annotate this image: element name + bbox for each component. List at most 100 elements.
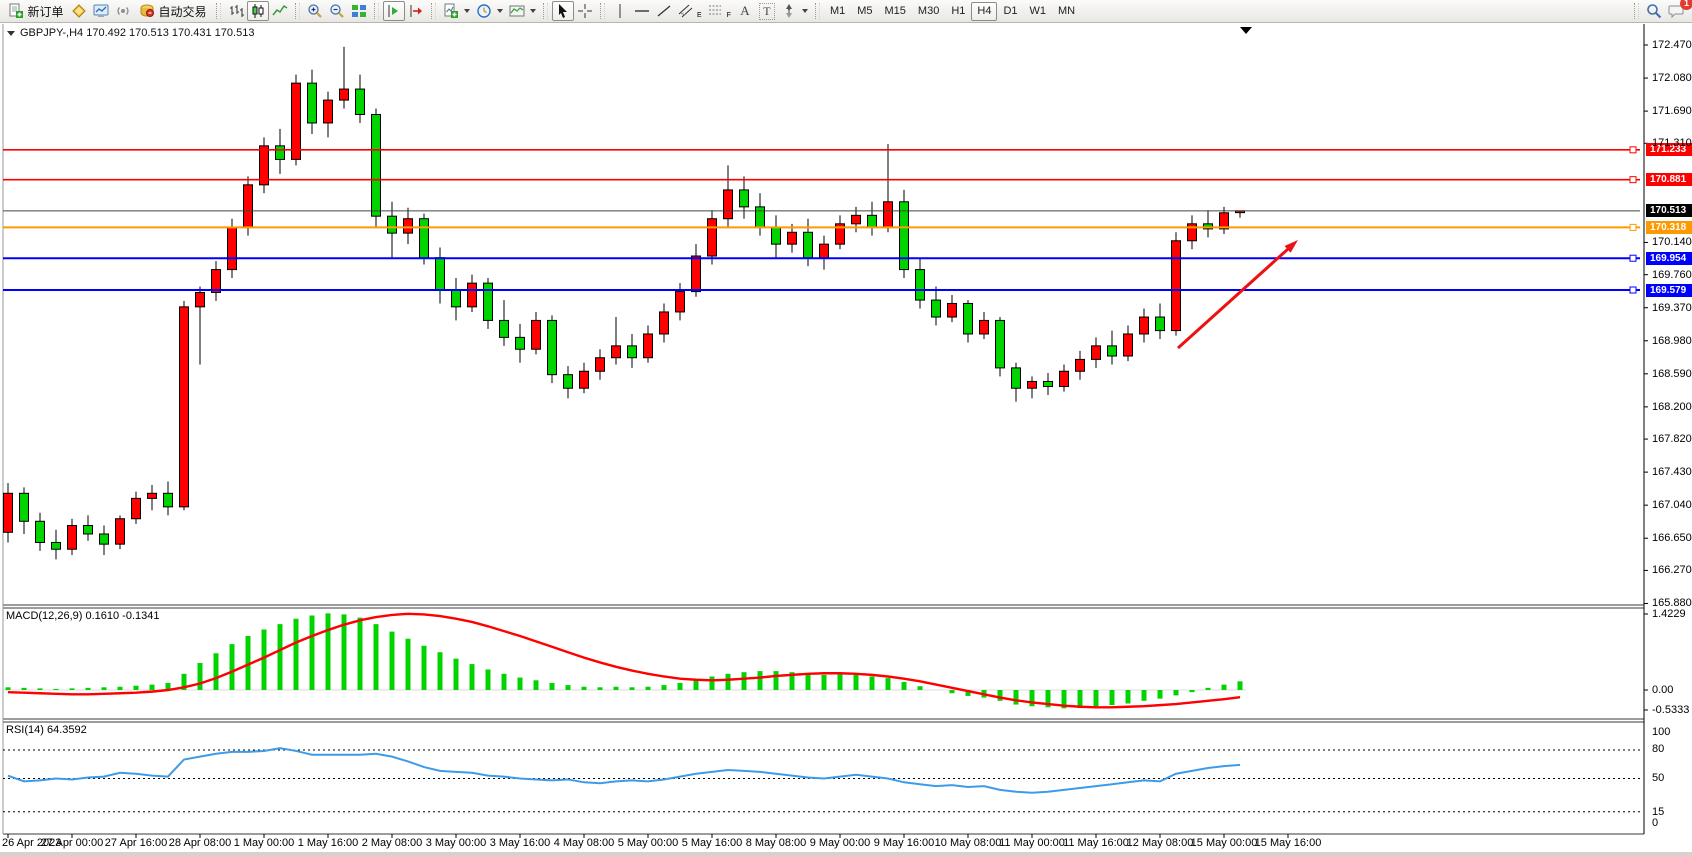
candle-down (276, 146, 285, 160)
zoom-out-button[interactable] (326, 1, 348, 21)
macd-label: MACD(12,26,9) 0.1610 -0.1341 (6, 610, 159, 622)
chart-canvas[interactable] (0, 0, 1692, 856)
candle-down (500, 320, 509, 337)
text-tool-glyph: A (740, 3, 749, 19)
line-chart-icon (272, 3, 288, 19)
candle-down (1156, 317, 1165, 331)
new-chart-dropdown[interactable] (440, 1, 473, 21)
candle-up (68, 526, 77, 550)
candle-up (404, 219, 413, 233)
candle-down (932, 300, 941, 317)
signals-icon (115, 3, 131, 19)
candle-down (900, 202, 909, 270)
candle-down (628, 346, 637, 358)
candle-up (468, 283, 477, 307)
chevron-down-icon (497, 9, 503, 13)
tf-M30-button[interactable]: M30 (912, 2, 945, 21)
tf-M1-button[interactable]: M1 (824, 2, 851, 21)
auto-scroll-button[interactable] (383, 1, 405, 21)
tf-W1-button[interactable]: W1 (1024, 2, 1053, 21)
tf-MN-button[interactable]: MN (1052, 2, 1081, 21)
search-icon (1646, 3, 1662, 19)
candle-up (596, 358, 605, 372)
tile-windows-icon (351, 3, 367, 19)
label-tool-glyph: T (759, 3, 774, 20)
candle-up (692, 256, 701, 292)
bars-chart-button[interactable] (225, 1, 247, 21)
chart-shift-icon (408, 3, 424, 19)
tf-H1-button[interactable]: H1 (945, 2, 971, 21)
crosshair-button[interactable] (574, 1, 596, 21)
candle-down (548, 320, 557, 374)
hline-handle (1630, 287, 1636, 293)
candle-up (708, 219, 717, 256)
candle-down (20, 493, 29, 521)
periods-dropdown[interactable] (473, 1, 506, 21)
tf-M5-button[interactable]: M5 (851, 2, 878, 21)
notification-badge: 1 (1680, 0, 1692, 10)
tf-H4-button[interactable]: H4 (971, 2, 997, 21)
cursor-button[interactable] (552, 1, 574, 21)
signals-icon-button[interactable] (112, 1, 134, 21)
template-icon (509, 3, 525, 19)
zoom-in-button[interactable] (304, 1, 326, 21)
candle-up (676, 292, 685, 312)
candle-up (1076, 359, 1085, 371)
trendline-button[interactable] (653, 1, 675, 21)
chart-title: GBPJPY-,H4 170.492 170.513 170.431 170.5… (20, 27, 254, 39)
candle-up (148, 493, 157, 498)
candle-up (788, 232, 797, 244)
candle-up (820, 244, 829, 258)
candle-up (884, 202, 893, 227)
candle-down (452, 290, 461, 307)
candles-chart-button[interactable] (247, 1, 269, 21)
tile-windows-button[interactable] (348, 1, 370, 21)
candle-down (52, 542, 61, 549)
new-order-button[interactable]: 新订单 (4, 1, 68, 21)
candle-up (1092, 346, 1101, 360)
candle-down (372, 114, 381, 216)
tf-D1-button[interactable]: D1 (997, 2, 1023, 21)
candle-down (1012, 368, 1021, 388)
candle-up (228, 227, 237, 269)
vertical-line-icon (612, 3, 628, 19)
crosshair-icon (577, 3, 593, 19)
tf-M15-button[interactable]: M15 (879, 2, 912, 21)
search-button[interactable] (1643, 1, 1665, 21)
candle-down (420, 219, 429, 258)
auto-trading-button[interactable]: 自动交易 (134, 1, 212, 21)
cursor-icon (555, 3, 571, 19)
candle-up (196, 292, 205, 306)
candle-up (340, 89, 349, 100)
gold-icon (71, 3, 87, 19)
terminal-icon-button[interactable] (90, 1, 112, 21)
trendline-icon (656, 3, 672, 19)
vertical-line-button[interactable] (609, 1, 631, 21)
candle-down (516, 337, 525, 349)
hline-handle (1630, 177, 1636, 183)
fibonacci-button[interactable]: F (705, 1, 734, 21)
text-label-button[interactable]: T (756, 1, 778, 21)
candle-down (564, 375, 573, 389)
chat-button[interactable]: 1 (1665, 1, 1688, 21)
candle-up (580, 371, 589, 388)
candle-up (980, 320, 989, 334)
templates-dropdown[interactable] (506, 1, 539, 21)
gold-icon-button[interactable] (68, 1, 90, 21)
hline-handle (1630, 255, 1636, 261)
horizontal-line-button[interactable] (631, 1, 653, 21)
candle-down (964, 303, 973, 334)
candle-down (356, 89, 365, 114)
hline-handle (1630, 224, 1636, 230)
chart-menu-icon[interactable] (7, 31, 15, 36)
arrows-dropdown[interactable] (778, 1, 811, 21)
candle-down (36, 521, 45, 542)
chart-shift-button[interactable] (405, 1, 427, 21)
candle-up (1124, 334, 1133, 356)
line-chart-button[interactable] (269, 1, 291, 21)
equidistant-channel-button[interactable]: E (675, 1, 705, 21)
clock-icon (476, 3, 492, 19)
candle-up (1028, 381, 1037, 388)
rsi-label: RSI(14) 64.3592 (6, 724, 87, 736)
text-button[interactable]: A (734, 1, 756, 21)
